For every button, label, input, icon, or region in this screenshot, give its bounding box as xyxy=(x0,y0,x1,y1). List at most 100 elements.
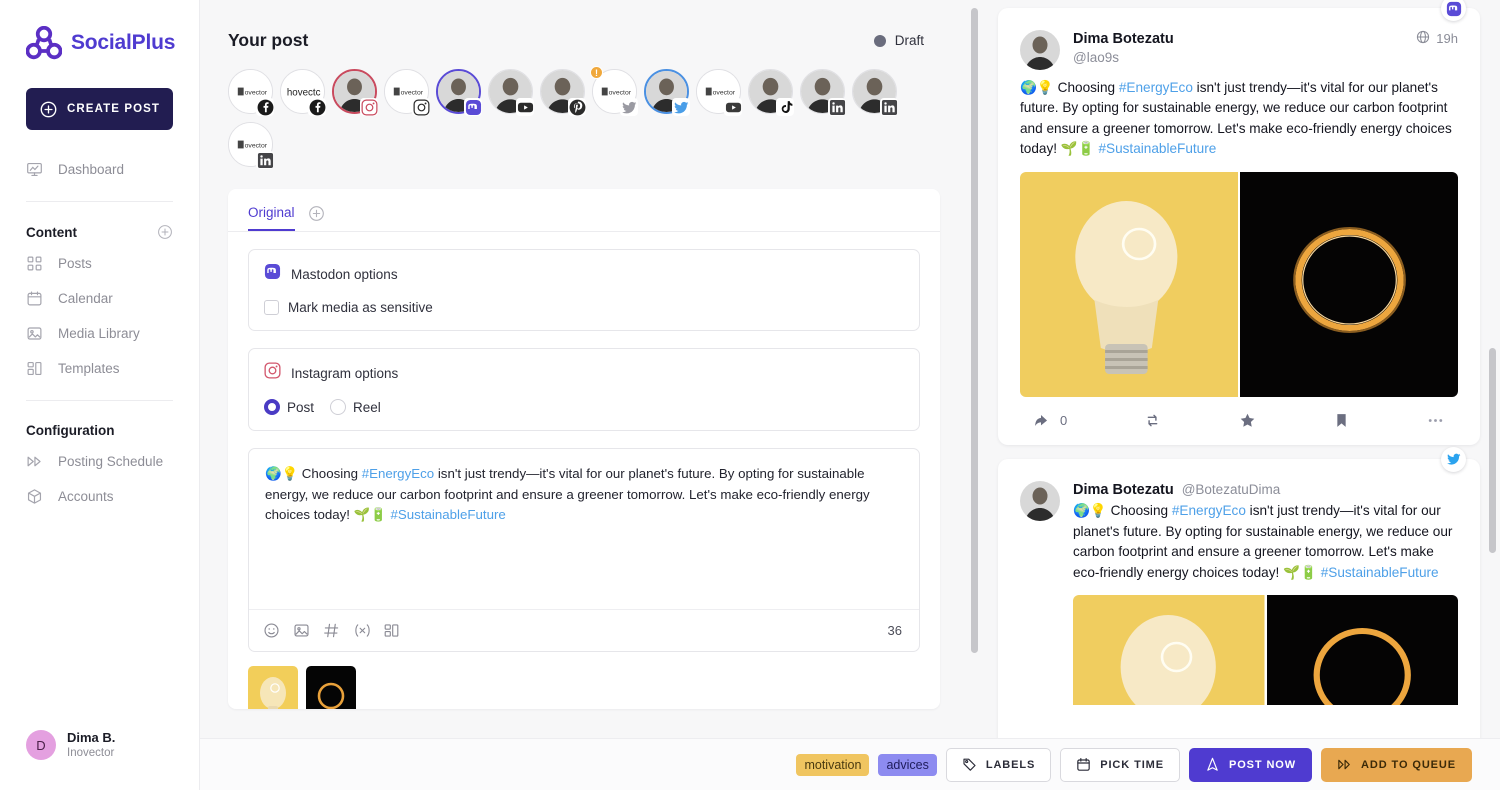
preview-hashtag-2[interactable]: #SustainableFuture xyxy=(1321,565,1439,580)
mastodon-icon xyxy=(264,263,281,285)
editor-hashtag-1[interactable]: #EnergyEco xyxy=(362,466,434,481)
svg-text:ovector: ovector xyxy=(245,89,268,96)
hashtag-icon[interactable] xyxy=(323,622,340,639)
instagram-options-title: Instagram options xyxy=(291,366,398,381)
sidebar-item-calendar[interactable]: Calendar xyxy=(0,281,199,316)
editor-hashtag-2[interactable]: #SustainableFuture xyxy=(391,507,506,522)
preview-hashtag-1[interactable]: #EnergyEco xyxy=(1119,80,1193,95)
sidebar-user-profile[interactable]: D Dima B. Inovector xyxy=(0,729,199,790)
preview-author-handle: @lao9s xyxy=(1073,49,1403,67)
account-chip-youtube[interactable] xyxy=(488,69,533,114)
avatar xyxy=(1020,30,1060,70)
sidebar-item-media-library[interactable]: Media Library xyxy=(0,316,199,351)
box-icon xyxy=(26,488,43,505)
account-chip-facebook[interactable]: hovectc xyxy=(280,69,325,114)
instagram-icon xyxy=(412,98,430,116)
labels-button[interactable]: LABELS xyxy=(946,748,1051,782)
radio-item-reel[interactable]: Reel xyxy=(330,399,381,415)
radio-post[interactable] xyxy=(264,399,280,415)
favourite-star-icon[interactable] xyxy=(1239,412,1256,429)
add-to-queue-button[interactable]: ADD TO QUEUE xyxy=(1321,748,1472,782)
tab-underline xyxy=(228,231,940,232)
account-chip-instagram[interactable]: ovector xyxy=(384,69,429,114)
socialplus-logo-icon xyxy=(26,26,62,60)
emoji-icon[interactable] xyxy=(263,622,280,639)
preview-scrollbar-thumb[interactable] xyxy=(1489,348,1496,553)
bookmark-icon[interactable] xyxy=(1333,412,1350,429)
post-now-button[interactable]: POST NOW xyxy=(1189,748,1312,782)
tab-original[interactable]: Original xyxy=(248,205,295,231)
account-chip-pinterest[interactable] xyxy=(540,69,585,114)
create-post-button[interactable]: CREATE POST xyxy=(26,88,173,130)
sidebar-item-posting-schedule[interactable]: Posting Schedule xyxy=(0,444,199,479)
account-chip-mastodon-selected[interactable] xyxy=(436,69,481,114)
image-icon[interactable] xyxy=(293,622,310,639)
preview-author-block: Dima Botezatu @lao9s xyxy=(1073,30,1403,67)
preview-hashtag-1[interactable]: #EnergyEco xyxy=(1172,503,1246,518)
sidebar-item-label: Posting Schedule xyxy=(58,454,163,469)
twitter-icon xyxy=(620,98,638,116)
status-badge[interactable]: Draft xyxy=(874,33,960,48)
sidebar-item-templates[interactable]: Templates xyxy=(0,351,199,386)
preview-post-time: 19h xyxy=(1436,31,1458,46)
account-chip-tiktok[interactable] xyxy=(748,69,793,114)
label-chip-motivation[interactable]: motivation xyxy=(796,754,869,776)
mark-sensitive-checkbox[interactable] xyxy=(264,300,279,315)
sidebar-item-dashboard[interactable]: Dashboard xyxy=(0,152,199,187)
instagram-icon xyxy=(360,98,378,116)
preview-author-name: Dima Botezatu xyxy=(1073,481,1174,500)
instagram-icon xyxy=(264,362,281,384)
plus-circle-icon[interactable] xyxy=(157,224,173,240)
radio-item-post[interactable]: Post xyxy=(264,399,314,415)
facebook-icon xyxy=(308,98,326,116)
create-post-label: CREATE POST xyxy=(67,103,160,115)
brand-logo[interactable]: SocialPlus xyxy=(0,0,199,60)
account-chip-twitter-selected[interactable] xyxy=(644,69,689,114)
template-icon[interactable] xyxy=(383,622,400,639)
variable-icon[interactable] xyxy=(353,622,370,639)
account-chip-youtube[interactable]: ovector xyxy=(696,69,741,114)
sidebar-item-label: Accounts xyxy=(58,489,114,504)
composer-scrollbar[interactable] xyxy=(971,8,978,722)
pick-time-button[interactable]: PICK TIME xyxy=(1060,748,1180,782)
preview-post-meta: 19h xyxy=(1416,30,1458,47)
reply-icon[interactable]: 0 xyxy=(1034,412,1067,429)
account-chip-twitter-warning[interactable]: ovector ! xyxy=(592,69,637,114)
image-icon xyxy=(26,325,43,342)
lightbulb-thumbnail[interactable] xyxy=(248,666,298,709)
sidebar-item-label: Calendar xyxy=(58,291,113,306)
label-chip-advices[interactable]: advices xyxy=(878,754,936,776)
account-chip-facebook[interactable]: ovector xyxy=(228,69,273,114)
preview-text-prefix: 🌍💡 Choosing xyxy=(1073,503,1172,518)
mark-sensitive-row[interactable]: Mark media as sensitive xyxy=(264,300,904,315)
warning-badge-icon: ! xyxy=(590,66,603,79)
tag-icon xyxy=(962,757,977,772)
sidebar-item-accounts[interactable]: Accounts xyxy=(0,479,199,514)
post-editor[interactable]: 🌍💡 Choosing #EnergyEco isn't just trendy… xyxy=(248,448,920,652)
preview-scrollbar[interactable] xyxy=(1489,8,1496,724)
plus-circle-icon[interactable] xyxy=(308,205,325,222)
post-text-input[interactable]: 🌍💡 Choosing #EnergyEco isn't just trendy… xyxy=(249,449,919,609)
account-chip-linkedin[interactable]: ovector xyxy=(228,122,273,167)
fast-forward-icon xyxy=(1337,757,1352,772)
account-chip-linkedin[interactable] xyxy=(852,69,897,114)
instagram-options-header: Instagram options xyxy=(264,362,904,384)
account-chip-linkedin[interactable] xyxy=(800,69,845,114)
send-icon xyxy=(1205,757,1220,772)
composer-scrollbar-thumb[interactable] xyxy=(971,8,978,653)
more-icon[interactable] xyxy=(1427,412,1444,429)
boost-icon[interactable] xyxy=(1144,412,1161,429)
preview-hashtag-2[interactable]: #SustainableFuture xyxy=(1098,141,1216,156)
labels-button-label: LABELS xyxy=(986,759,1035,771)
radio-reel[interactable] xyxy=(330,399,346,415)
light-ring-image[interactable] xyxy=(1240,172,1458,397)
radio-post-label: Post xyxy=(287,400,314,415)
lightbulb-image[interactable] xyxy=(1020,172,1238,397)
post-now-button-label: POST NOW xyxy=(1229,759,1296,771)
sidebar-item-posts[interactable]: Posts xyxy=(0,246,199,281)
sidebar-nav: Dashboard Content xyxy=(0,130,199,514)
light-ring-thumbnail[interactable] xyxy=(306,666,356,709)
avatar xyxy=(1020,481,1060,521)
linkedin-icon xyxy=(828,98,846,116)
account-chip-instagram-selected[interactable] xyxy=(332,69,377,114)
